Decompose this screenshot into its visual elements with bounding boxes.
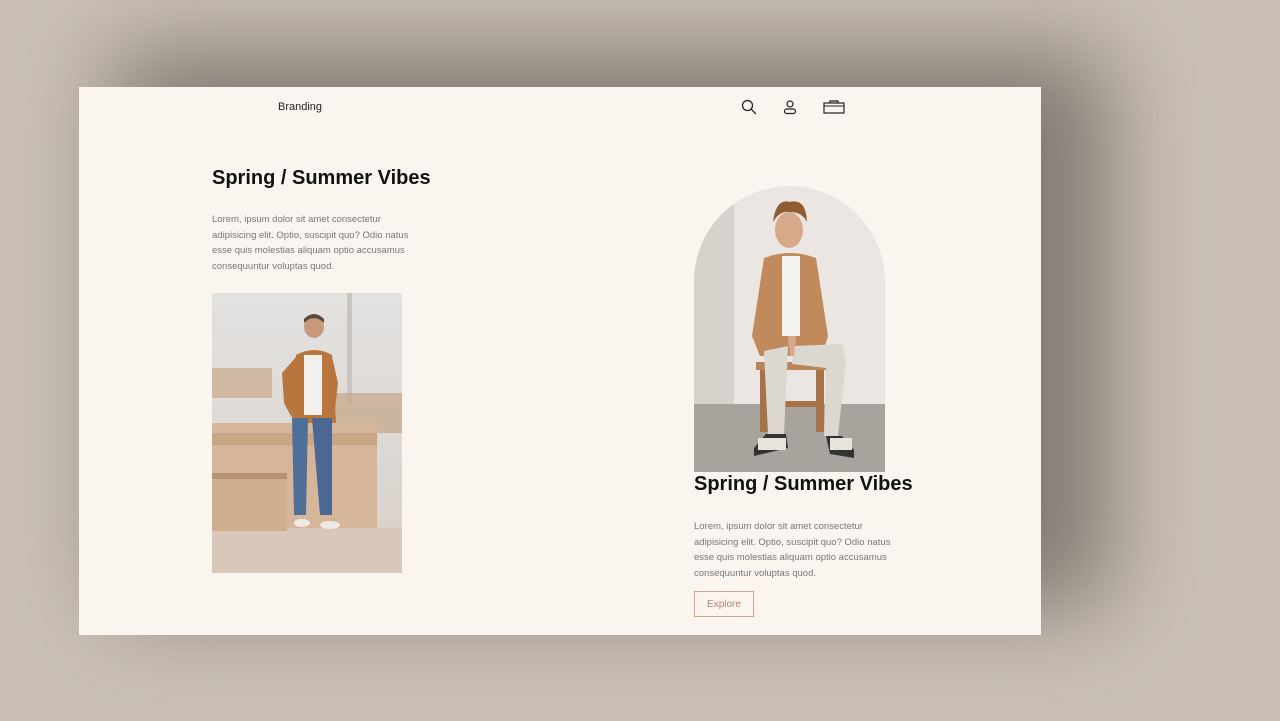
left-section-text: Lorem, ipsum dolor sit amet consectetur … bbox=[212, 214, 409, 272]
right-section-title: Spring / Summer Vibes bbox=[694, 473, 913, 495]
left-model-photo bbox=[212, 293, 402, 573]
user-icon[interactable] bbox=[782, 99, 798, 115]
right-model-photo bbox=[694, 186, 885, 472]
left-section-title: Spring / Summer Vibes bbox=[212, 167, 431, 189]
explore-button[interactable]: Explore bbox=[694, 591, 754, 617]
brand-logo[interactable]: Branding bbox=[278, 101, 322, 113]
landing-page: Branding Spring / Summer Vibes Lorem, ip… bbox=[79, 87, 1041, 635]
search-icon[interactable] bbox=[741, 99, 757, 115]
right-section-text: Lorem, ipsum dolor sit amet consectetur … bbox=[694, 521, 891, 579]
bag-icon[interactable] bbox=[823, 99, 845, 115]
